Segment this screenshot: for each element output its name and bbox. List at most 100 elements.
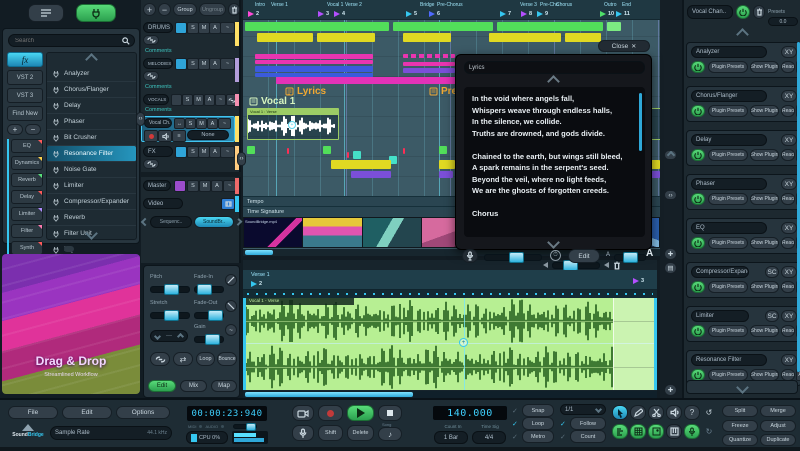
search-input[interactable] [13, 37, 122, 45]
timeline-ruler[interactable]: IntroVerse 1Vocal 1Verse 2BridgePre-Chor… [243, 0, 660, 20]
show-plugin-button[interactable]: Show Plugin [750, 193, 779, 205]
read-automation-button[interactable]: Read [781, 281, 795, 293]
external-record-button[interactable] [292, 425, 314, 441]
plugin-presets-button[interactable]: Plugin Presets [708, 149, 748, 161]
link-button[interactable] [143, 71, 159, 81]
open-recorder-button[interactable] [684, 424, 700, 439]
options-menu-button[interactable]: Options [116, 406, 170, 419]
plugin-name-field[interactable]: Delay [691, 134, 767, 146]
add-button[interactable]: ✚ [664, 384, 677, 396]
pitch-slider[interactable] [150, 286, 190, 293]
plugin-list-item[interactable]: Limiter [47, 178, 136, 194]
clip-green[interactable] [497, 22, 603, 31]
clip-action-button[interactable]: Duplicate [760, 434, 796, 446]
sample-rate-field[interactable]: Sample Rate44.1 kHz [50, 426, 172, 440]
remove-track-button[interactable]: − [158, 3, 171, 16]
mute-button[interactable]: M [196, 118, 207, 129]
track-name-melodies[interactable]: MELODIES [143, 58, 173, 69]
plugin-list-item[interactable]: Chorus/Flanger [47, 82, 136, 98]
timeline-marker-flag[interactable]: 10 [600, 11, 614, 17]
plugin-list-item[interactable]: Phaser [47, 114, 136, 130]
trash-icon[interactable] [613, 261, 621, 270]
track-input-toggle[interactable] [175, 22, 187, 34]
loop-button[interactable]: Loop [196, 352, 215, 366]
monitor-button[interactable] [158, 130, 172, 142]
vocal1-clip-label[interactable]: Vocal 1 [249, 96, 295, 107]
delete-button[interactable]: Delete [347, 425, 374, 441]
bounce-button[interactable]: Bounce [217, 352, 237, 366]
timeline-marker-label[interactable]: Verse 2 [345, 2, 362, 8]
timeline-marker-label[interactable]: Pre-Chorus [437, 2, 463, 8]
add-marker-button[interactable]: ✚ [664, 248, 677, 260]
redo-button[interactable]: ↻ [702, 424, 716, 439]
timeline-marker-label[interactable]: Intro [255, 2, 265, 8]
group-tracks-button[interactable]: Group [173, 3, 197, 16]
add-category-button[interactable]: + [7, 124, 23, 135]
browser-category[interactable]: EQ [11, 139, 43, 153]
automation-button[interactable]: ~ [218, 118, 231, 129]
mute-button[interactable]: M [199, 180, 211, 192]
fade-out-curve-button[interactable] [225, 300, 237, 312]
track-name-fx[interactable]: FX [143, 146, 173, 157]
open-pads-button[interactable] [648, 424, 664, 439]
browser-category[interactable]: Dynamics [11, 156, 43, 170]
track-name-vocals[interactable]: VOCALS [143, 94, 169, 105]
timeline-marker-flag[interactable]: 8 [521, 11, 532, 17]
solo-button[interactable]: S [182, 94, 193, 106]
playlist-divider-handle[interactable]: ‹› [237, 152, 246, 166]
track-input-toggle[interactable] [175, 58, 187, 70]
play-button[interactable] [347, 405, 374, 421]
timeline-marker-label[interactable]: Verse 1 [271, 2, 288, 8]
ungroup-tracks-button[interactable]: Ungroup [199, 3, 226, 16]
track-input-toggle[interactable] [171, 94, 182, 106]
clip-lyrics-bar[interactable] [276, 77, 460, 84]
promo-banner[interactable]: Drag & Drop Streamlined Workflow [2, 254, 140, 394]
undo-button[interactable]: ↺ [702, 405, 716, 420]
plugin-card[interactable]: Limiter SC XY Plugin Presets Show Plugin… [686, 306, 800, 342]
view-checkbox[interactable]: ✓Count [560, 430, 606, 443]
plugin-card[interactable]: Analyzer SC XY Plugin Presets Show Plugi… [686, 42, 800, 78]
timeline-marker-flag[interactable]: 6 [429, 11, 440, 17]
plugin-list-item[interactable]: Analyzer [47, 66, 136, 82]
add-track-button[interactable]: + [143, 3, 156, 16]
lyrics-scroll-slider[interactable] [484, 254, 542, 261]
xy-button[interactable]: XY [781, 178, 797, 190]
record-arm-button[interactable] [144, 130, 158, 142]
left-divider-handle[interactable]: ‹› [136, 112, 145, 126]
browser-category[interactable]: Synth [11, 241, 43, 255]
plugin-presets-button[interactable]: Plugin Presets [708, 61, 748, 73]
stretch-slider[interactable] [150, 312, 190, 319]
sidechain-button[interactable]: SC [765, 310, 779, 322]
plugin-power-button[interactable] [691, 105, 705, 117]
plugin-name-field[interactable]: Phaser [691, 178, 767, 190]
video-track-button[interactable] [221, 198, 235, 210]
rack-scroll-down[interactable] [686, 380, 798, 394]
plugin-presets-button[interactable]: Plugin Presets [708, 281, 748, 293]
vocal2-audio-clip-edge[interactable] [651, 108, 660, 140]
tab-edit[interactable]: Edit [148, 380, 176, 392]
cut-tool-button[interactable] [648, 405, 664, 420]
timeline-marker-flag[interactable]: 9 [537, 11, 548, 17]
gain-slider[interactable] [194, 336, 224, 343]
clip-magenta[interactable] [403, 62, 455, 66]
prev-arrow-icon[interactable] [543, 262, 548, 268]
timeline-marker-flag[interactable]: 7 [500, 11, 511, 17]
clip-teal-small[interactable] [353, 151, 361, 159]
panel-resize-handle[interactable] [64, 246, 74, 252]
timeline-marker-flag[interactable]: 4 [334, 11, 345, 17]
lyrics-mic-button[interactable] [462, 249, 478, 263]
timeline-marker-flag[interactable]: 11 [616, 11, 630, 17]
xy-button[interactable]: XY [781, 134, 797, 146]
preset-value-field[interactable]: 0.0 [768, 17, 798, 26]
arm-button[interactable]: A [207, 118, 218, 129]
time-display[interactable]: 00:00:23:940 [186, 405, 268, 422]
clipboard-button[interactable]: ▤ [664, 262, 677, 274]
fade-in-slider[interactable] [194, 286, 224, 293]
rack-scroll-up[interactable] [684, 30, 800, 39]
clip-magenta-notes[interactable] [403, 54, 455, 58]
timeline-marker-label[interactable]: Bridge [420, 2, 434, 8]
solo-button[interactable]: S [185, 118, 196, 129]
fade-out-slider[interactable] [194, 312, 224, 319]
sidechain-button[interactable]: SC [765, 266, 779, 278]
clip-purple-edge[interactable] [651, 171, 660, 178]
